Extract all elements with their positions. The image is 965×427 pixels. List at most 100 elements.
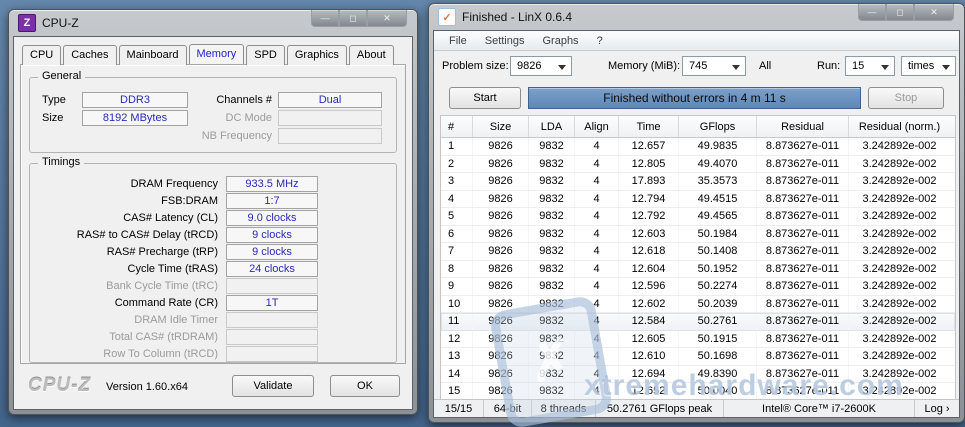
- table-cell: 50.2039: [679, 296, 757, 313]
- table-cell: 49.4515: [679, 191, 757, 208]
- table-cell: 3.242892e-002: [849, 278, 950, 295]
- run-count-value: 15: [852, 60, 864, 72]
- menu-item-file[interactable]: File: [440, 35, 476, 47]
- table-cell: 4: [575, 191, 619, 208]
- tab-spd[interactable]: SPD: [246, 45, 285, 65]
- validate-button[interactable]: Validate: [232, 375, 314, 397]
- table-row[interactable]: 298269832412.80549.40708.873627e-0113.24…: [441, 156, 955, 174]
- table-cell: 9832: [529, 296, 575, 313]
- general-left-column: TypeDDR3Size8192 MBytes: [42, 92, 188, 128]
- close-button[interactable]: ✕: [914, 4, 954, 21]
- progress-bar: Finished without errors in 4 m 11 s: [528, 87, 861, 109]
- column-header[interactable]: Time: [619, 116, 679, 137]
- table-cell: 12.584: [619, 313, 679, 330]
- table-cell: 5: [441, 208, 473, 225]
- field-value: [226, 329, 318, 345]
- table-cell: 8.873627e-011: [757, 383, 849, 400]
- table-row[interactable]: 1398269832412.61050.16988.873627e-0113.2…: [441, 348, 955, 366]
- status-segment: 8 threads: [532, 400, 596, 417]
- table-cell: 4: [575, 383, 619, 400]
- memory-value: 745: [689, 60, 707, 72]
- field-label: DRAM Idle Timer: [36, 314, 218, 326]
- table-cell: 6: [441, 226, 473, 243]
- general-right-column: Channels #DualDC ModeNB Frequency: [180, 92, 382, 146]
- column-header[interactable]: Residual: [757, 116, 849, 137]
- table-row[interactable]: 1098269832412.60250.20398.873627e-0113.2…: [441, 296, 955, 314]
- memory-label: Memory (MiB):: [608, 60, 680, 72]
- table-row[interactable]: 198269832412.65749.98358.873627e-0113.24…: [441, 138, 955, 156]
- cpuz-version-text: Version 1.60.x64: [106, 381, 188, 393]
- field-value: 8192 MBytes: [82, 110, 188, 126]
- table-row[interactable]: 1298269832412.60550.19158.873627e-0113.2…: [441, 331, 955, 349]
- tab-cpu[interactable]: CPU: [22, 45, 61, 65]
- field-value: 1:7: [226, 193, 318, 209]
- log-button[interactable]: Log ›: [915, 400, 959, 417]
- tab-graphics[interactable]: Graphics: [287, 45, 347, 65]
- menu-item-help[interactable]: ?: [588, 35, 612, 47]
- memory-combobox[interactable]: 745: [682, 56, 746, 76]
- tab-about[interactable]: About: [349, 45, 394, 65]
- dropdown-arrow-icon: [732, 65, 740, 70]
- run-label: Run:: [817, 60, 840, 72]
- column-header[interactable]: LDA: [529, 116, 575, 137]
- column-header[interactable]: Align: [575, 116, 619, 137]
- minimize-button[interactable]: —: [858, 4, 886, 21]
- table-cell: 4: [575, 138, 619, 155]
- table-row[interactable]: 398269832417.89335.35738.873627e-0113.24…: [441, 173, 955, 191]
- table-cell: 11: [441, 313, 473, 330]
- minimize-button[interactable]: —: [311, 10, 339, 27]
- field-label: Row To Column (tRCD): [36, 348, 218, 360]
- table-cell: 8.873627e-011: [757, 296, 849, 313]
- table-cell: 4: [575, 208, 619, 225]
- table-cell: 7: [441, 243, 473, 260]
- table-cell: 9826: [473, 208, 529, 225]
- run-count-combobox[interactable]: 15: [845, 56, 895, 76]
- field-row-timings: Command Rate (CR)1T: [36, 295, 390, 310]
- table-cell: 35.3573: [679, 173, 757, 190]
- table-row[interactable]: 698269832412.60350.19848.873627e-0113.24…: [441, 226, 955, 244]
- table-cell: 4: [575, 278, 619, 295]
- column-header[interactable]: #: [441, 116, 473, 137]
- menu-item-graphs[interactable]: Graphs: [533, 35, 587, 47]
- table-cell: 8.873627e-011: [757, 366, 849, 383]
- table-cell: 12.792: [619, 208, 679, 225]
- table-row[interactable]: 1198269832412.58450.27618.873627e-0113.2…: [441, 313, 955, 331]
- column-header[interactable]: Size: [473, 116, 529, 137]
- column-header[interactable]: Residual (norm.): [849, 116, 950, 137]
- tab-mainboard[interactable]: Mainboard: [119, 45, 187, 65]
- table-cell: 4: [441, 191, 473, 208]
- run-units-combobox[interactable]: times: [901, 56, 956, 76]
- stop-button[interactable]: Stop: [868, 87, 944, 109]
- ok-button[interactable]: OK: [330, 375, 400, 397]
- table-row[interactable]: 498269832412.79449.45158.873627e-0113.24…: [441, 191, 955, 209]
- timings-rows: DRAM Frequency933.5 MHzFSB:DRAM1:7CAS# L…: [36, 176, 390, 363]
- column-header[interactable]: GFlops: [679, 116, 757, 137]
- table-row[interactable]: 1598269832412.65250.00408.873627e-0113.2…: [441, 383, 955, 400]
- tab-memory[interactable]: Memory: [189, 44, 245, 64]
- table-row[interactable]: 1498269832412.69449.83908.873627e-0113.2…: [441, 366, 955, 384]
- tab-caches[interactable]: Caches: [63, 45, 116, 65]
- close-button[interactable]: ✕: [367, 10, 407, 27]
- table-row[interactable]: 798269832412.61850.14088.873627e-0113.24…: [441, 243, 955, 261]
- problem-size-combobox[interactable]: 9826: [510, 56, 572, 76]
- linx-controls-row: Problem size: 9826 Memory (MiB): 745 All…: [434, 51, 959, 83]
- table-cell: 8.873627e-011: [757, 348, 849, 365]
- table-row[interactable]: 598269832412.79249.45658.873627e-0113.24…: [441, 208, 955, 226]
- table-cell: 9832: [529, 156, 575, 173]
- menu-item-settings[interactable]: Settings: [476, 35, 534, 47]
- field-label: Bank Cycle Time (tRC): [36, 280, 218, 292]
- table-cell: 9826: [473, 313, 529, 330]
- table-cell: 9832: [529, 331, 575, 348]
- table-row[interactable]: 998269832412.59650.22748.873627e-0113.24…: [441, 278, 955, 296]
- table-row[interactable]: 898269832412.60450.19528.873627e-0113.24…: [441, 261, 955, 279]
- table-cell: 9826: [473, 348, 529, 365]
- table-cell: 4: [575, 366, 619, 383]
- table-cell: 8.873627e-011: [757, 313, 849, 330]
- field-value: 9 clocks: [226, 227, 318, 243]
- status-segment: Intel® Core™ i7-2600K: [724, 400, 915, 417]
- maximize-button[interactable]: ◻: [886, 4, 914, 21]
- start-button[interactable]: Start: [449, 87, 521, 109]
- all-label: All: [759, 60, 771, 72]
- maximize-button[interactable]: ◻: [339, 10, 367, 27]
- table-cell: 8.873627e-011: [757, 191, 849, 208]
